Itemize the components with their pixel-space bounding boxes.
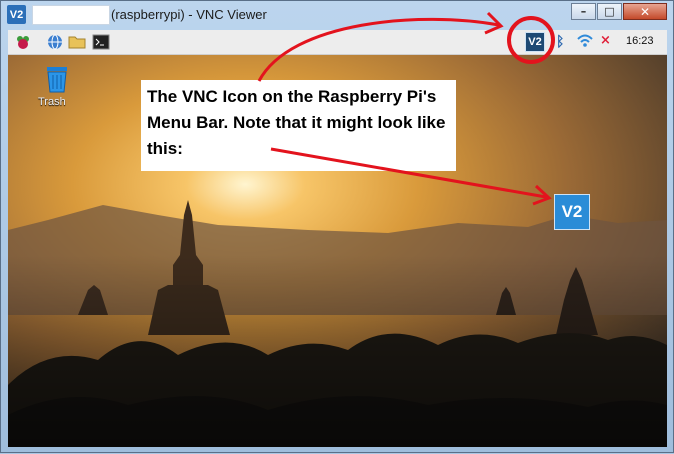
arrow-to-vnc-example (270, 147, 547, 199)
arrow-to-tray-icon (257, 17, 500, 82)
vnc-viewer-window: V2 (raspberrypi) - VNC Viewer – □ ✕ V2 ᛒ… (0, 0, 674, 453)
annotation-arrows (257, 11, 552, 206)
